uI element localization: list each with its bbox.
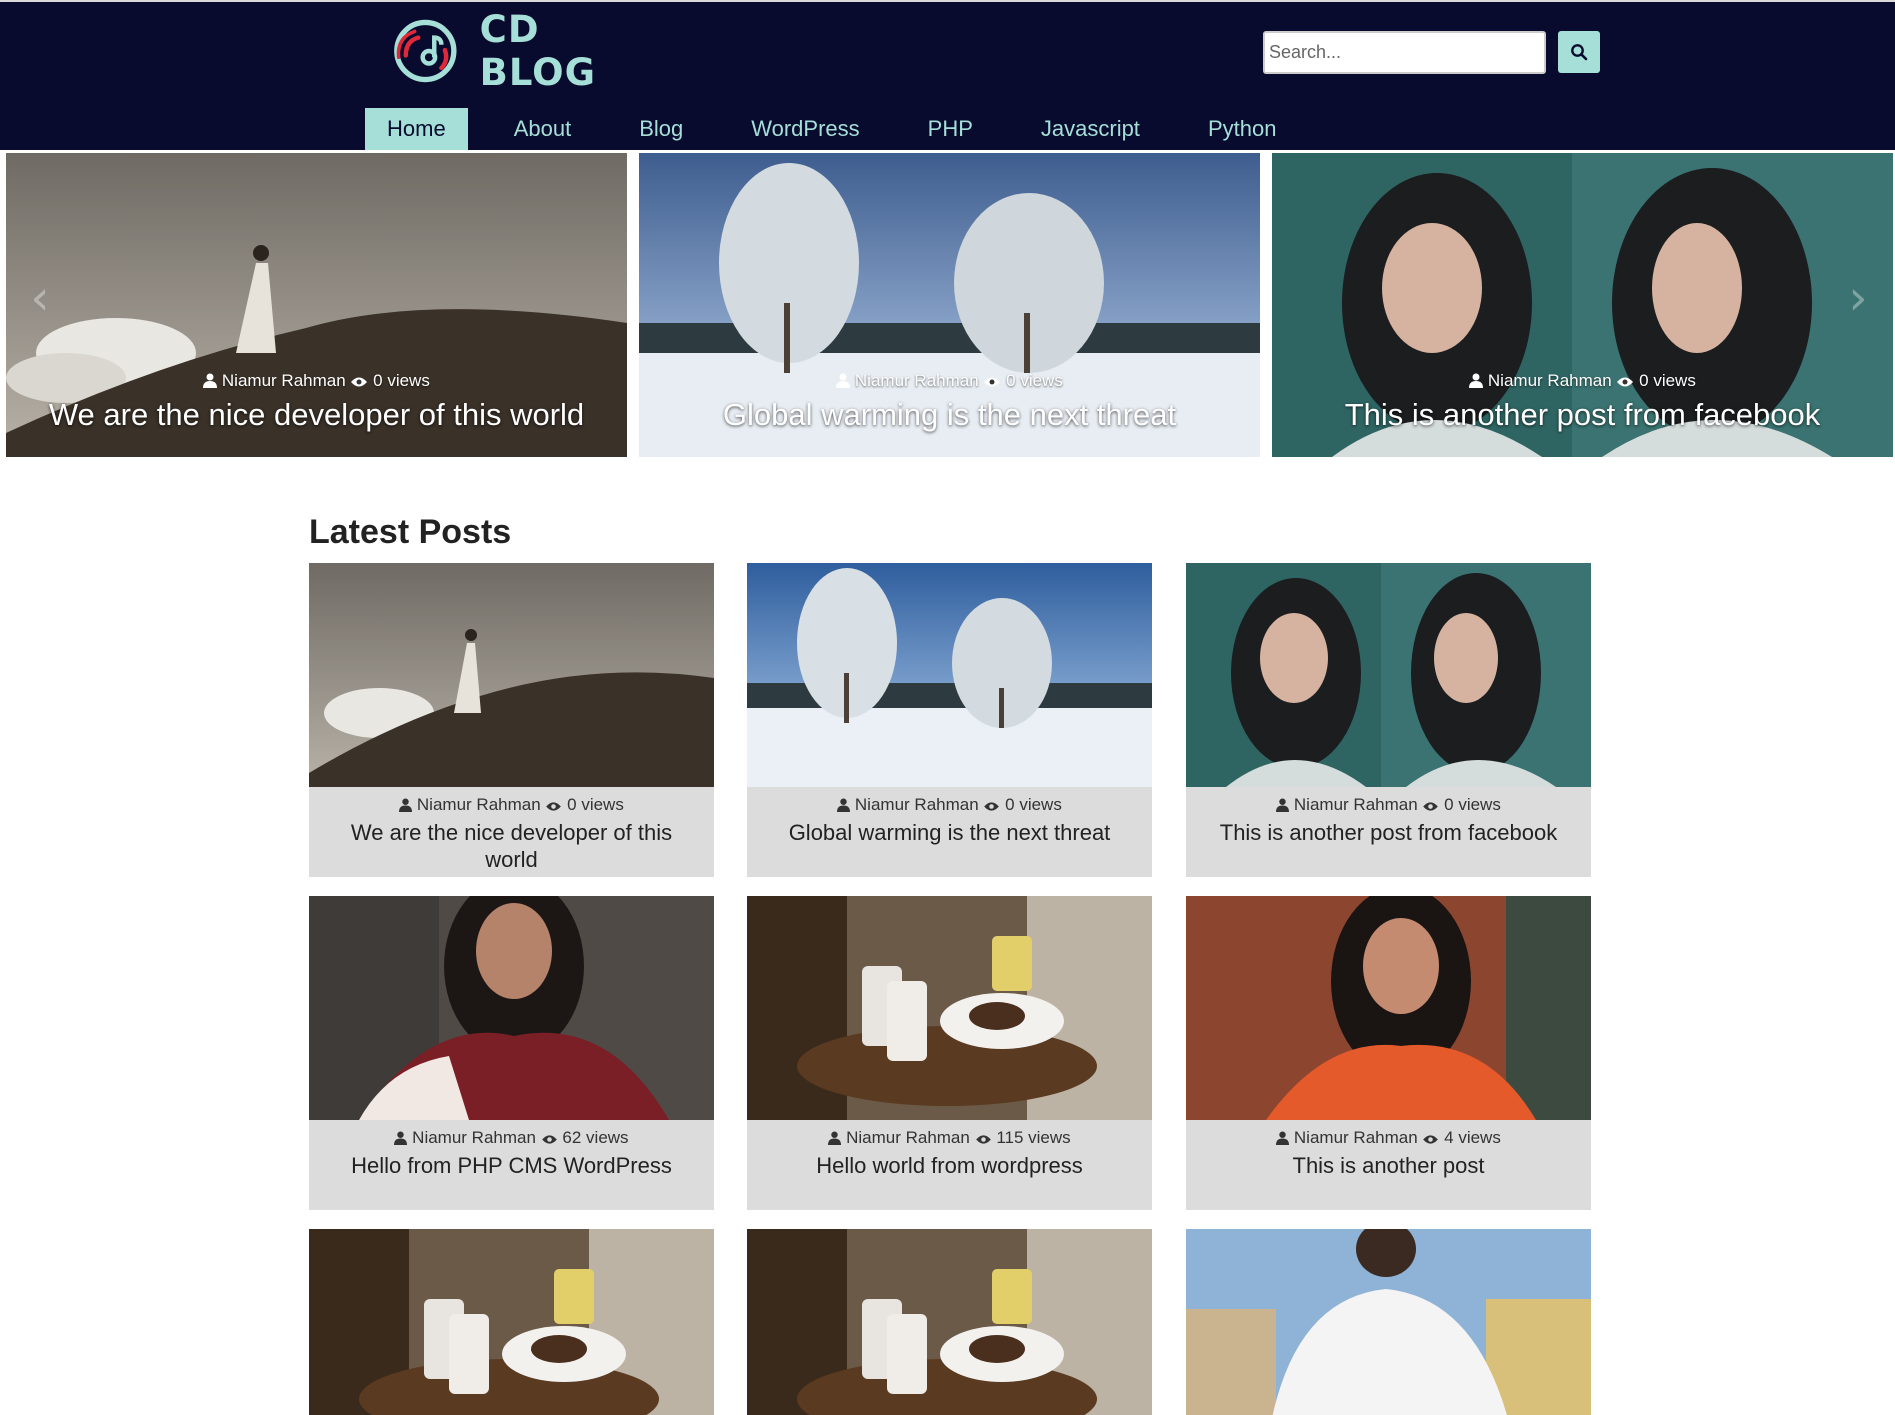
slide-two-portraits[interactable]: Niamur Rahman 0 views This is another po… bbox=[1272, 153, 1893, 457]
post-image[interactable] bbox=[309, 896, 714, 1120]
post-title[interactable]: Hello from PHP CMS WordPress bbox=[309, 1152, 714, 1179]
main-nav: Home About Blog WordPress PHP Javascript… bbox=[365, 108, 1322, 150]
nav-javascript[interactable]: Javascript bbox=[1019, 108, 1162, 150]
latest-posts-title: Latest Posts bbox=[309, 513, 512, 551]
slide-author[interactable]: Niamur Rahman bbox=[1488, 371, 1612, 390]
slide-views: 0 views bbox=[1639, 371, 1696, 390]
eye-icon bbox=[1422, 797, 1439, 817]
post-image[interactable] bbox=[309, 563, 714, 787]
post-title[interactable]: This is another post from facebook bbox=[1186, 819, 1591, 846]
site-logo[interactable]: CD BLOG bbox=[379, 8, 649, 94]
user-icon bbox=[1276, 1130, 1290, 1150]
post-image[interactable] bbox=[1186, 1229, 1591, 1415]
slide-title[interactable]: Global warming is the next threat bbox=[639, 397, 1260, 433]
slide-title[interactable]: This is another post from facebook bbox=[1272, 397, 1893, 433]
user-icon bbox=[203, 373, 218, 393]
post-views: 0 views bbox=[1444, 795, 1501, 814]
eye-icon bbox=[983, 373, 1001, 393]
featured-slider: Niamur Rahman 0 views We are the nice de… bbox=[0, 150, 1895, 460]
post-image[interactable] bbox=[1186, 563, 1591, 787]
post-views: 0 views bbox=[1005, 795, 1062, 814]
post-views: 0 views bbox=[567, 795, 624, 814]
nav-home[interactable]: Home bbox=[365, 108, 468, 150]
post-views: 62 views bbox=[562, 1128, 629, 1147]
post-author[interactable]: Niamur Rahman bbox=[417, 795, 541, 814]
user-icon bbox=[1276, 797, 1290, 817]
post-image[interactable] bbox=[1186, 896, 1591, 1120]
nav-blog[interactable]: Blog bbox=[617, 108, 705, 150]
post-card[interactable]: Niamur Rahman 4 views This is another po… bbox=[1186, 896, 1591, 1210]
eye-icon bbox=[1616, 373, 1634, 393]
post-card[interactable]: Niamur Rahman 0 views Global warming is … bbox=[747, 563, 1152, 877]
post-card[interactable]: Niamur Rahman 0 views This is another po… bbox=[1186, 563, 1591, 877]
eye-icon bbox=[545, 797, 562, 817]
user-icon bbox=[837, 797, 851, 817]
chevron-left-icon: ‹ bbox=[30, 270, 50, 326]
slide-views: 0 views bbox=[1006, 371, 1063, 390]
post-title[interactable]: Hello world from wordpress bbox=[747, 1152, 1152, 1179]
eye-icon bbox=[541, 1130, 558, 1150]
post-card[interactable] bbox=[747, 1229, 1152, 1415]
post-image[interactable] bbox=[747, 563, 1152, 787]
post-image[interactable] bbox=[747, 1229, 1152, 1415]
search-form bbox=[1263, 31, 1600, 74]
post-card[interactable]: Niamur Rahman 62 views Hello from PHP CM… bbox=[309, 896, 714, 1210]
search-icon bbox=[1571, 44, 1588, 61]
eye-icon bbox=[350, 373, 368, 393]
eye-icon bbox=[983, 797, 1000, 817]
logo-text: CD BLOG bbox=[479, 8, 596, 94]
nav-wordpress[interactable]: WordPress bbox=[729, 108, 881, 150]
slider-next-button[interactable]: › bbox=[1838, 268, 1878, 328]
nav-about[interactable]: About bbox=[492, 108, 594, 150]
slide-author[interactable]: Niamur Rahman bbox=[222, 371, 346, 390]
post-card[interactable] bbox=[309, 1229, 714, 1415]
user-icon bbox=[399, 797, 413, 817]
slide-author[interactable]: Niamur Rahman bbox=[855, 371, 979, 390]
search-button[interactable] bbox=[1558, 31, 1600, 73]
site-header: CD BLOG Home About Blog WordPress PHP Ja… bbox=[0, 0, 1895, 150]
user-icon bbox=[394, 1130, 408, 1150]
post-card[interactable]: Niamur Rahman 0 views We are the nice de… bbox=[309, 563, 714, 877]
search-input[interactable] bbox=[1263, 31, 1546, 74]
slide-title[interactable]: We are the nice developer of this world bbox=[6, 397, 627, 433]
eye-icon bbox=[1422, 1130, 1439, 1150]
post-author[interactable]: Niamur Rahman bbox=[1294, 795, 1418, 814]
post-image[interactable] bbox=[747, 896, 1152, 1120]
eye-icon bbox=[975, 1130, 992, 1150]
post-card[interactable] bbox=[1186, 1229, 1591, 1415]
post-card[interactable]: Niamur Rahman 115 views Hello world from… bbox=[747, 896, 1152, 1210]
user-icon bbox=[1469, 373, 1484, 393]
post-views: 4 views bbox=[1444, 1128, 1501, 1147]
post-title[interactable]: Global warming is the next threat bbox=[747, 819, 1152, 846]
post-views: 115 views bbox=[996, 1128, 1071, 1147]
post-title[interactable]: This is another post bbox=[1186, 1152, 1591, 1179]
post-author[interactable]: Niamur Rahman bbox=[855, 795, 979, 814]
slider-prev-button[interactable]: ‹ bbox=[20, 268, 60, 328]
slide-views: 0 views bbox=[373, 371, 430, 390]
post-author[interactable]: Niamur Rahman bbox=[846, 1128, 970, 1147]
post-author[interactable]: Niamur Rahman bbox=[1294, 1128, 1418, 1147]
disc-logo-icon bbox=[394, 19, 457, 83]
nav-python[interactable]: Python bbox=[1186, 108, 1299, 150]
user-icon bbox=[836, 373, 851, 393]
slide-snowy-trees[interactable]: Niamur Rahman 0 views Global warming is … bbox=[639, 153, 1260, 457]
post-image[interactable] bbox=[309, 1229, 714, 1415]
slide-woman-on-hill[interactable]: Niamur Rahman 0 views We are the nice de… bbox=[6, 153, 627, 457]
post-title[interactable]: We are the nice developer of this world bbox=[309, 819, 714, 873]
user-icon bbox=[828, 1130, 842, 1150]
chevron-right-icon: › bbox=[1848, 270, 1868, 326]
nav-php[interactable]: PHP bbox=[906, 108, 995, 150]
post-author[interactable]: Niamur Rahman bbox=[412, 1128, 536, 1147]
